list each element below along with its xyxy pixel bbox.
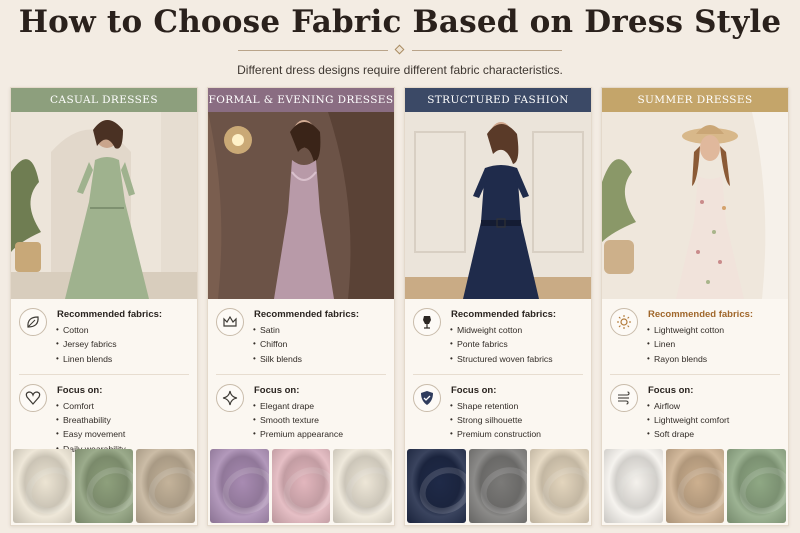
fabric-swatches (210, 449, 393, 523)
dress-form-icon (413, 308, 441, 336)
list-item: Silk blends (253, 354, 388, 368)
fabric-swatch (407, 449, 466, 523)
focus-on-label: Focus on: (57, 384, 103, 396)
summer-dress-photo (602, 112, 788, 299)
wind-icon (610, 383, 638, 412)
fabric-swatches (407, 449, 590, 523)
list-item: Jersey fabrics (56, 339, 191, 353)
card-casual-dresses: CASUAL DRESSES Recommended fabrics: Cott… (10, 87, 198, 526)
page-title: How to Choose Fabric Based on Dress Styl… (18, 4, 782, 40)
card-header: STRUCTURED FASHION DRESSES (405, 88, 591, 130)
sparkle-icon (216, 383, 244, 412)
list-item: Chiffon (253, 339, 388, 353)
fabric-swatch (665, 449, 725, 523)
recommended-fabrics-label: Recommended fabrics: (648, 309, 754, 320)
recommended-fabrics-label: Recommended fabrics: (254, 309, 360, 320)
fabric-swatch (13, 449, 72, 523)
page-subtitle: Different dress designs require differen… (237, 63, 563, 77)
card-structured-fashion-dresses: STRUCTURED FASHION DRESSES Recommended f… (404, 87, 592, 526)
shield-icon (413, 383, 441, 412)
fabric-swatch (333, 449, 393, 523)
list-item: Cotton (56, 325, 191, 339)
card-header: FORMAL & EVENING DRESSES (208, 88, 394, 112)
fabric-swatch (136, 449, 196, 523)
list-item: Ponte fabrics (450, 339, 585, 353)
list-item: Lightweight cotton (647, 325, 782, 339)
card-header: CASUAL DRESSES (11, 88, 197, 112)
recommended-fabrics-label: Recommended fabrics: (451, 309, 557, 320)
sun-icon (610, 308, 638, 336)
card-formal-evening-dresses: FORMAL & EVENING DRESSES Recommended fab… (207, 87, 395, 526)
list-item: Satin (253, 325, 388, 339)
focus-on-label: Focus on: (648, 384, 694, 396)
focus-on-label: Focus on: (254, 384, 300, 396)
list-item: Structured woven fabrics (450, 354, 585, 368)
heart-icon (19, 383, 47, 412)
fabric-swatches (604, 449, 787, 523)
list-item: Linen (647, 339, 782, 353)
title-divider (238, 44, 562, 55)
list-item: Breathability (56, 415, 191, 429)
leaf-icon (19, 308, 47, 336)
structured-dress-photo (405, 112, 591, 299)
list-item: Elegant drape (253, 401, 388, 415)
list-item: Premium construction (450, 429, 585, 443)
fabric-swatch (530, 449, 590, 523)
fabric-swatch (74, 449, 134, 523)
list-item: Airflow (647, 401, 782, 415)
fabric-swatch (727, 449, 787, 523)
list-item: Smooth texture (253, 415, 388, 429)
formal-dress-photo (208, 112, 394, 299)
list-item: Easy movement (56, 429, 191, 443)
list-item: Rayon blends (647, 354, 782, 368)
list-item: Comfort (56, 401, 191, 415)
crown-icon (216, 308, 244, 336)
fabric-swatches (13, 449, 196, 523)
recommended-fabrics-label: Recommended fabrics: (57, 309, 163, 320)
list-item: Shape retention (450, 401, 585, 415)
card-header: SUMMER DRESSES (602, 88, 788, 112)
fabric-swatch (604, 449, 663, 523)
card-summer-dresses: SUMMER DRESSES Recommended fabrics: Ligh… (601, 87, 789, 526)
fabric-swatch (271, 449, 331, 523)
list-item: Premium appearance (253, 429, 388, 443)
fabric-swatch (468, 449, 528, 523)
list-item: Strong silhouette (450, 415, 585, 429)
list-item: Linen blends (56, 354, 191, 368)
fabric-swatch (210, 449, 269, 523)
list-item: Lightweight comfort (647, 415, 782, 429)
focus-on-label: Focus on: (451, 384, 497, 396)
list-item: Midweight cotton (450, 325, 585, 339)
list-item: Soft drape (647, 429, 782, 443)
casual-dress-photo (11, 112, 197, 299)
